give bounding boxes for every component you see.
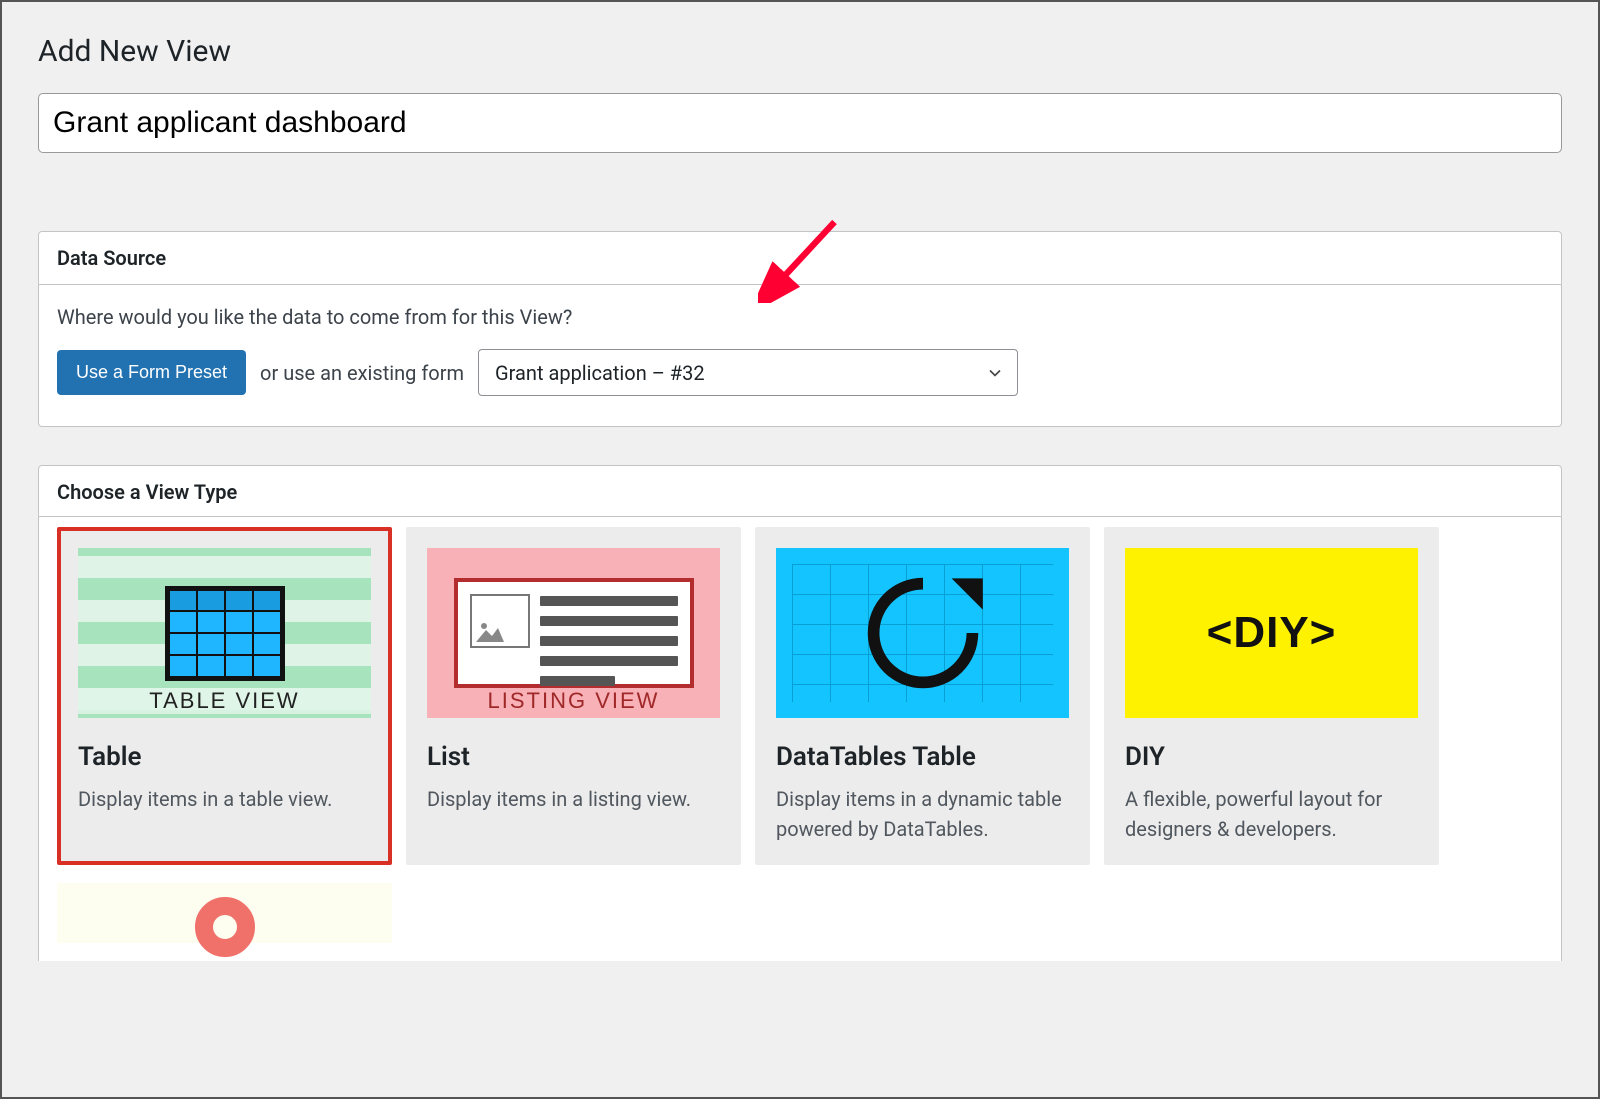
- diy-text-icon: <DIY>: [1207, 608, 1337, 658]
- grid-icon: [165, 586, 285, 681]
- data-source-panel: Data Source Where would you like the dat…: [38, 231, 1562, 427]
- or-text: or use an existing form: [260, 361, 464, 385]
- card-description: Display items in a listing view.: [427, 784, 720, 814]
- card-title: List: [427, 742, 720, 772]
- use-form-preset-button[interactable]: Use a Form Preset: [57, 350, 246, 395]
- refresh-icon: [858, 568, 988, 698]
- existing-form-select[interactable]: Grant application – #32: [478, 349, 1018, 396]
- page-title: Add New View: [38, 34, 1562, 69]
- circle-icon: [195, 897, 255, 957]
- list-view-thumbnail: LISTING VIEW: [427, 548, 720, 718]
- app-frame: Add New View Data Source Where would you…: [0, 0, 1600, 1099]
- view-type-card-peek[interactable]: [57, 883, 392, 943]
- chevron-down-icon: [985, 363, 1005, 383]
- view-type-card-diy[interactable]: <DIY> DIY A flexible, powerful layout fo…: [1104, 527, 1439, 865]
- thumbnail-label: LISTING VIEW: [427, 688, 720, 714]
- card-title: DataTables Table: [776, 742, 1069, 772]
- view-type-heading: Choose a View Type: [39, 466, 1561, 517]
- card-description: Display items in a dynamic table powered…: [776, 784, 1069, 844]
- diy-thumbnail: <DIY>: [1125, 548, 1418, 718]
- data-source-question: Where would you like the data to come fr…: [57, 305, 1543, 329]
- table-view-thumbnail: TABLE VIEW: [78, 548, 371, 718]
- existing-form-selected-value: Grant application – #32: [495, 361, 705, 385]
- card-description: Display items in a table view.: [78, 784, 371, 814]
- card-title: DIY: [1125, 742, 1418, 772]
- view-type-card-datatables[interactable]: DataTables Table Display items in a dyna…: [755, 527, 1090, 865]
- view-title-input[interactable]: [38, 93, 1562, 153]
- data-source-heading: Data Source: [39, 232, 1561, 285]
- view-type-panel: Choose a View Type: [38, 465, 1562, 961]
- image-placeholder-icon: [470, 594, 530, 648]
- thumbnail-label: TABLE VIEW: [78, 688, 371, 714]
- view-type-card-table[interactable]: TABLE VIEW Table Display items in a tabl…: [57, 527, 392, 865]
- datatables-thumbnail: [776, 548, 1069, 718]
- card-title: Table: [78, 742, 371, 772]
- view-type-card-list[interactable]: LISTING VIEW List Display items in a lis…: [406, 527, 741, 865]
- card-description: A flexible, powerful layout for designer…: [1125, 784, 1418, 844]
